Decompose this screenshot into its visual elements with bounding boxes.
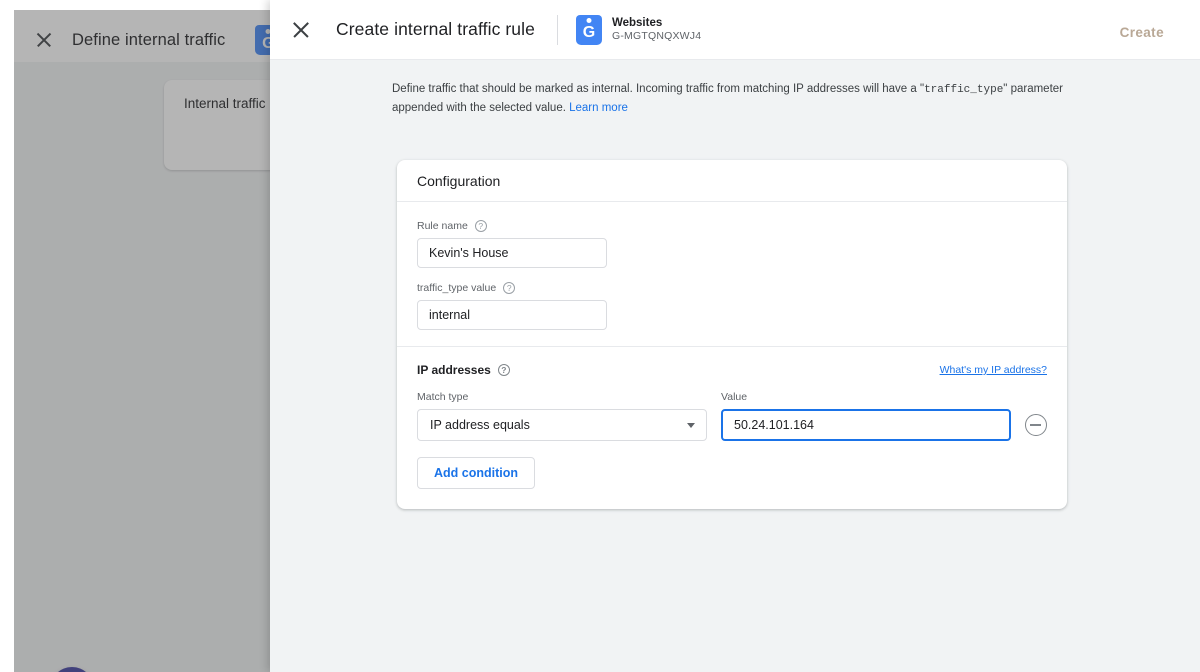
- remove-circle-icon[interactable]: [1025, 414, 1047, 436]
- background-panel-inner: Define internal traffic G Websites G-MGT…: [14, 10, 290, 672]
- screen: Define internal traffic G Websites G-MGT…: [0, 0, 1200, 672]
- container-id: G-MGTQNQXWJ4: [612, 30, 701, 43]
- header-divider: [557, 15, 558, 45]
- description-part1: Define traffic that should be marked as …: [392, 83, 924, 95]
- background-panel-title: Define internal traffic: [72, 31, 225, 50]
- container-name: Websites: [612, 16, 701, 30]
- traffic-type-label-row: traffic_type value ?: [417, 282, 1047, 294]
- configuration-title: Configuration: [417, 173, 500, 189]
- chevron-down-icon: [687, 423, 695, 428]
- traffic-type-value-field: traffic_type value ?: [417, 282, 1047, 330]
- gtm-tag-icon: G: [576, 15, 602, 45]
- close-icon[interactable]: [32, 28, 56, 52]
- background-panel-body: Internal traffic rule: [14, 62, 290, 672]
- create-internal-traffic-rule-panel: Create internal traffic rule G Websites …: [270, 0, 1200, 672]
- help-icon[interactable]: ?: [503, 282, 515, 294]
- match-type-label: Match type: [417, 391, 707, 403]
- ip-addresses-title-row: IP addresses ?: [417, 363, 510, 377]
- rule-name-label: Rule name: [417, 220, 468, 232]
- ip-condition-row: Match type IP address equals Value: [417, 391, 1047, 441]
- value-column: Value: [721, 391, 1011, 441]
- match-type-column: Match type IP address equals: [417, 391, 707, 441]
- container-text: Websites G-MGTQNQXWJ4: [612, 16, 701, 44]
- traffic-type-value-label: traffic_type value: [417, 282, 496, 294]
- panel-body: Define traffic that should be marked as …: [270, 60, 1200, 672]
- value-label: Value: [721, 391, 1011, 403]
- container-block[interactable]: G Websites G-MGTQNQXWJ4: [576, 15, 701, 45]
- configuration-card-header: Configuration: [397, 160, 1067, 202]
- learn-more-link[interactable]: Learn more: [569, 102, 628, 114]
- ip-addresses-title: IP addresses: [417, 363, 491, 377]
- gtm-tag-letter: G: [583, 25, 595, 41]
- description-code: traffic_type: [924, 84, 1003, 96]
- match-type-select[interactable]: IP address equals: [417, 409, 707, 441]
- assistant-fab-icon[interactable]: [50, 667, 94, 672]
- ip-addresses-section: IP addresses ? What's my IP address? Mat…: [397, 347, 1067, 509]
- add-condition-button[interactable]: Add condition: [417, 457, 535, 489]
- create-button[interactable]: Create: [1106, 19, 1178, 46]
- rule-name-label-row: Rule name ?: [417, 220, 1047, 232]
- match-type-selected-value: IP address equals: [430, 418, 530, 432]
- page-title: Create internal traffic rule: [336, 19, 535, 40]
- help-icon[interactable]: ?: [498, 364, 510, 376]
- ip-addresses-header: IP addresses ? What's my IP address?: [417, 363, 1047, 377]
- rule-name-input[interactable]: [417, 238, 607, 268]
- configuration-card: Configuration Rule name ? traffic_type v…: [397, 160, 1067, 509]
- whats-my-ip-address-link[interactable]: What's my IP address?: [940, 364, 1047, 376]
- close-icon[interactable]: [288, 17, 314, 43]
- configuration-fields-section: Rule name ? traffic_type value ?: [397, 202, 1067, 347]
- gtm-tag-notch: [586, 18, 591, 23]
- panel-description: Define traffic that should be marked as …: [392, 80, 1072, 118]
- traffic-type-value-input[interactable]: [417, 300, 607, 330]
- rule-name-field: Rule name ?: [417, 220, 1047, 268]
- panel-header: Create internal traffic rule G Websites …: [270, 0, 1200, 60]
- ip-value-input[interactable]: [721, 409, 1011, 441]
- background-panel-header: Define internal traffic G Websites G-MGT…: [14, 18, 290, 62]
- background-panel: Define internal traffic G Websites G-MGT…: [14, 10, 290, 672]
- help-icon[interactable]: ?: [475, 220, 487, 232]
